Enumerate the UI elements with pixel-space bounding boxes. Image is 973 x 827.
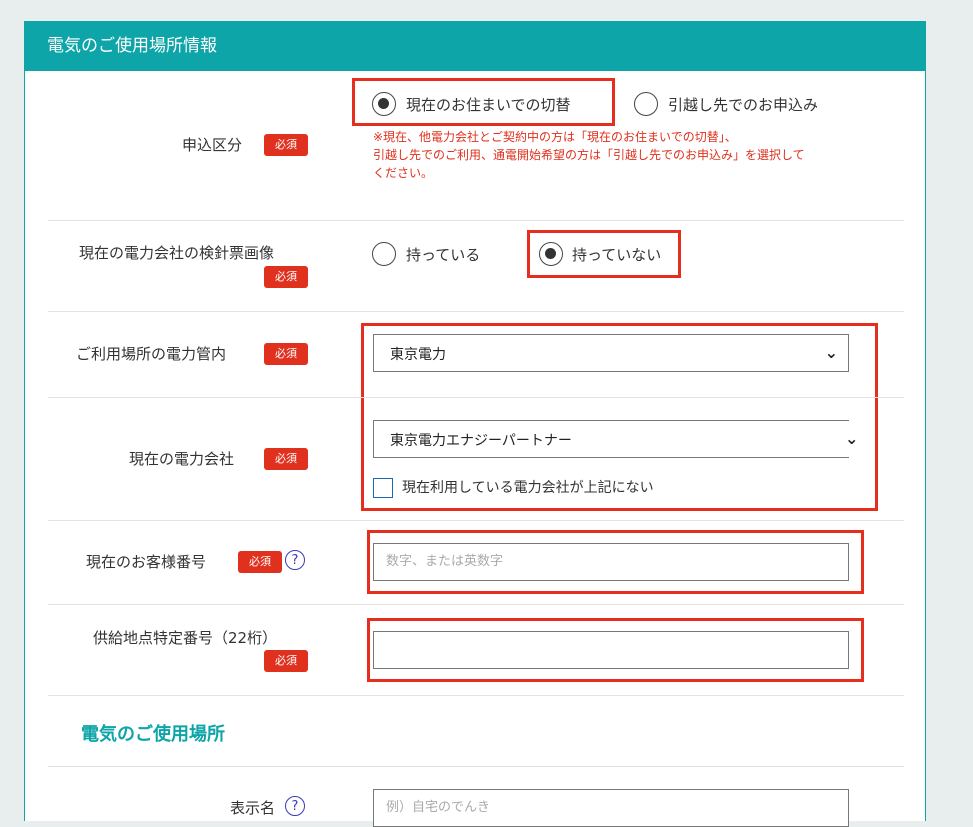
note-line: ください。 — [373, 166, 434, 180]
required-badge: 必須 — [238, 551, 282, 573]
customer-number-input[interactable]: 数字、または英数字 — [373, 543, 849, 581]
radio-label-no-meter-slip[interactable]: 持っていない — [572, 244, 661, 265]
display-name-input[interactable]: 例）自宅のでんき — [373, 789, 849, 827]
display-name-label: 表示名 — [230, 799, 276, 817]
chevron-down-icon[interactable]: ⌄ — [845, 429, 858, 448]
radio-label-has-meter-slip[interactable]: 持っている — [406, 244, 480, 265]
required-badge: 必須 — [264, 650, 308, 672]
supply-point-label: 供給地点特定番号（22桁） — [93, 629, 278, 647]
note-line: ※現在、他電力会社とご契約中の方は「現在のお住まいでの切替」、 — [373, 130, 737, 144]
radio-label-switch-current-home[interactable]: 現在のお住まいでの切替 — [406, 94, 571, 115]
card-title: 電気のご使用場所情報 — [25, 21, 925, 71]
supply-point-input[interactable] — [373, 631, 849, 669]
row-divider — [48, 766, 904, 767]
area-select-value: 東京電力 — [390, 347, 446, 363]
section-title: 電気のご使用場所 — [81, 724, 225, 745]
row-divider — [48, 520, 904, 521]
required-badge: 必須 — [264, 134, 308, 156]
required-badge: 必須 — [264, 448, 308, 470]
current-company-label: 現在の電力会社 — [129, 450, 235, 468]
chevron-down-icon: ⌄ — [824, 343, 838, 362]
row-divider — [48, 695, 904, 696]
help-icon[interactable]: ? — [285, 550, 305, 570]
row-divider — [48, 311, 904, 312]
application-type-note: ※現在、他電力会社とご契約中の方は「現在のお住まいでの切替」、 引越し先でのご利… — [373, 128, 853, 182]
radio-label-moving-destination[interactable]: 引越し先でのお申込み — [668, 94, 818, 115]
row-divider — [48, 220, 904, 221]
row-divider — [48, 397, 904, 398]
radio-no-meter-slip[interactable] — [539, 242, 563, 266]
note-line: 引越し先でのご利用、通電開始希望の方は「引越し先でのお申込み」を選択して — [373, 148, 805, 162]
application-type-label: 申込区分 — [182, 136, 243, 154]
meter-slip-label: 現在の電力会社の検針票画像 — [79, 244, 275, 262]
radio-has-meter-slip[interactable] — [372, 242, 396, 266]
company-not-listed-label[interactable]: 現在利用している電力会社が上記にない — [402, 477, 654, 497]
help-icon[interactable]: ? — [285, 796, 305, 816]
required-badge: 必須 — [264, 266, 308, 288]
area-label: ご利用場所の電力管内 — [76, 345, 227, 363]
area-select[interactable]: 東京電力 ⌄ — [373, 334, 849, 372]
current-company-select[interactable]: 東京電力エナジーパートナー — [373, 420, 849, 458]
current-company-select-value: 東京電力エナジーパートナー — [390, 433, 572, 449]
customer-number-label: 現在のお客様番号 — [86, 553, 207, 571]
row-divider — [48, 604, 904, 605]
company-not-listed-checkbox[interactable] — [373, 478, 393, 498]
required-badge: 必須 — [264, 343, 308, 365]
radio-moving-destination[interactable] — [634, 92, 658, 116]
usage-info-card: 電気のご使用場所情報 申込区分 必須 現在のお住まいでの切替 引越し先でのお申込… — [24, 21, 926, 827]
radio-switch-current-home[interactable] — [372, 92, 396, 116]
